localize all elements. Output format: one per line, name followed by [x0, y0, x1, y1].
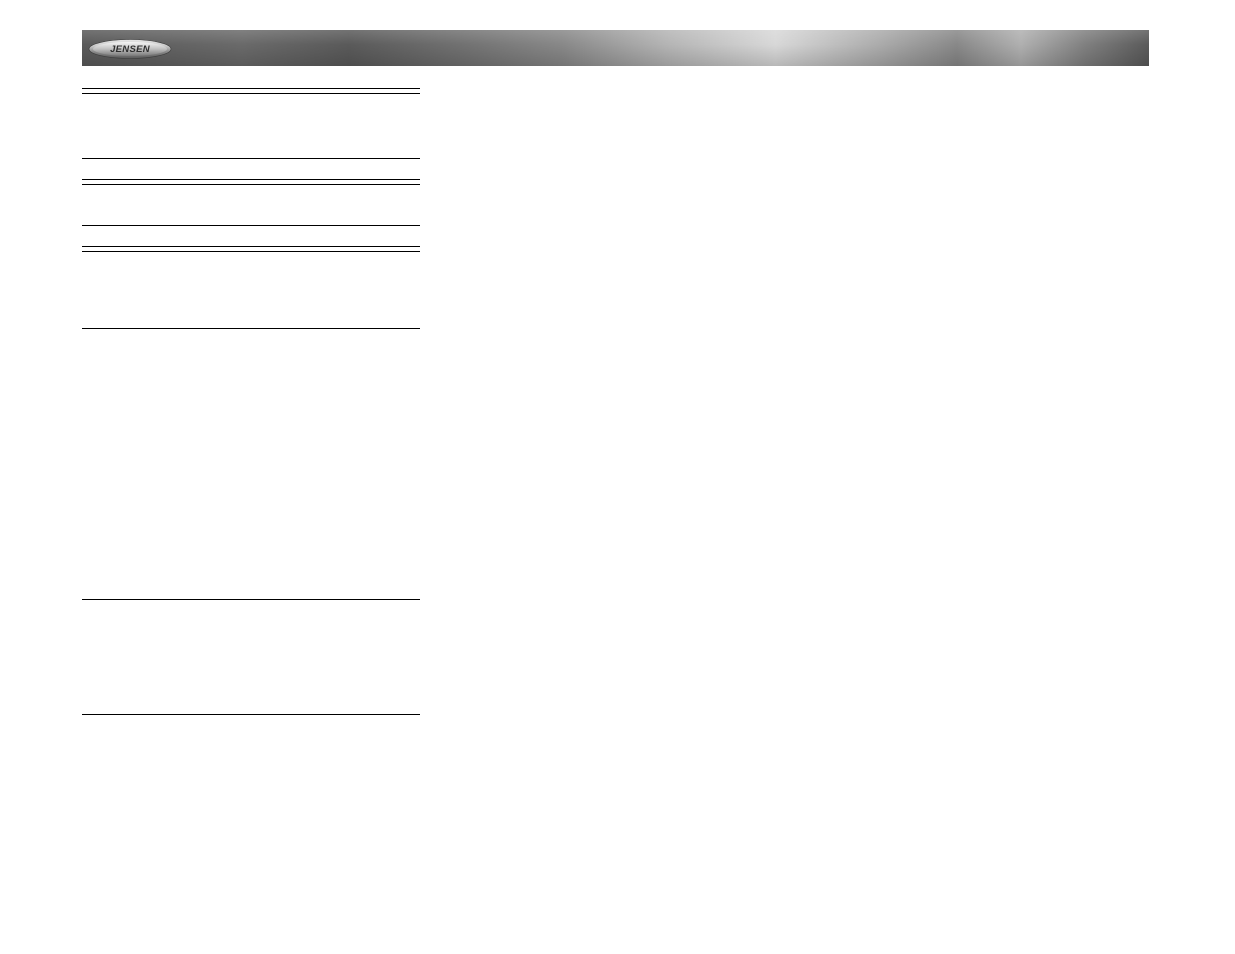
brand-logo-text: JENSEN	[110, 44, 151, 55]
jensen-logo-icon: JENSEN	[88, 39, 172, 59]
divider	[82, 714, 420, 715]
brand-logo-badge: JENSEN	[88, 39, 172, 59]
header-band	[82, 30, 1149, 66]
content-sections	[82, 88, 420, 715]
